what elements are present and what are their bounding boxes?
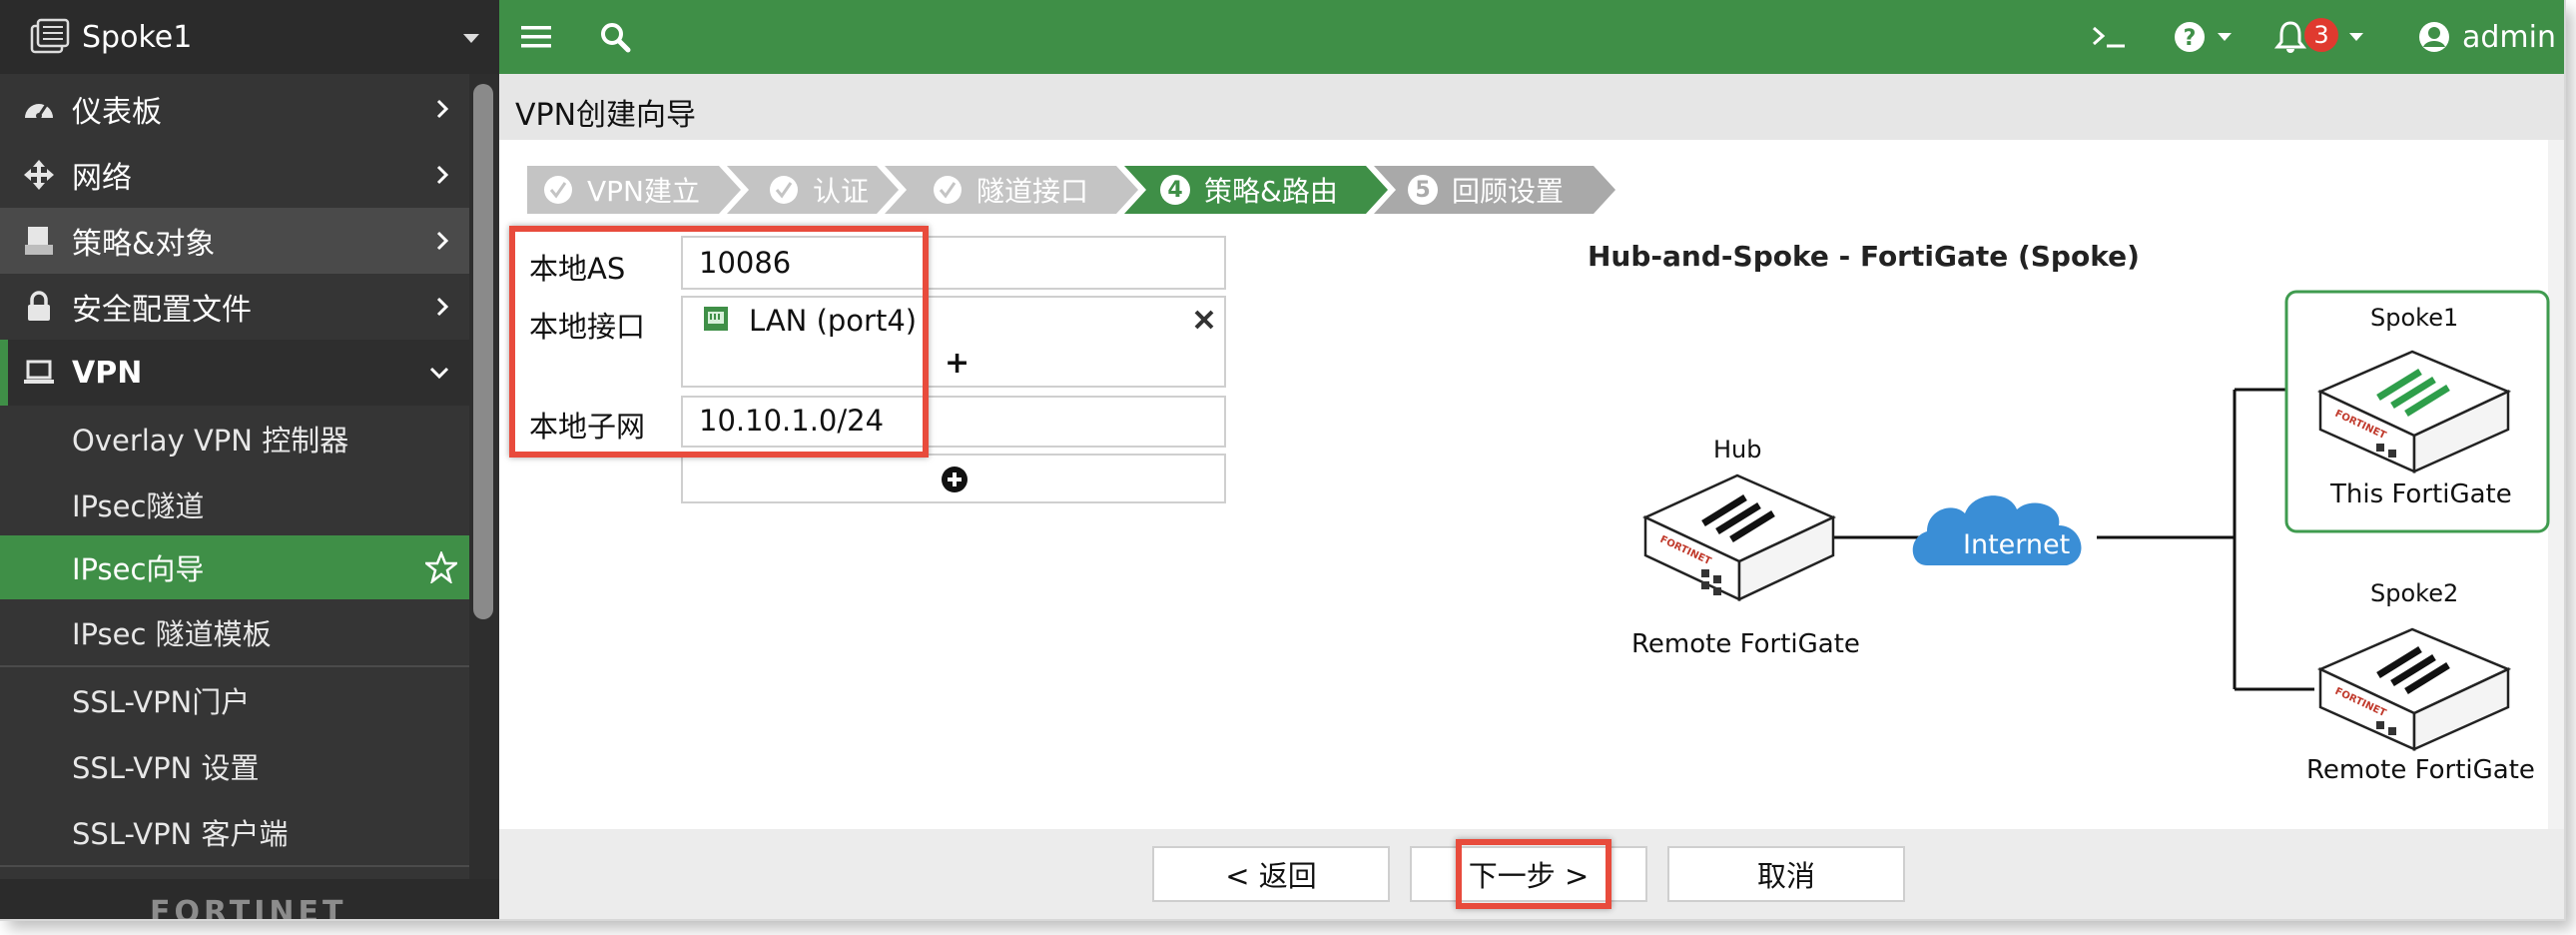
step-number: 4: [1160, 175, 1190, 205]
device-name: Spoke1: [82, 19, 193, 55]
sidebar-item-label: SSL-VPN 客户端: [72, 817, 289, 851]
sidebar-item-label: 仪表板: [72, 95, 162, 130]
step-vpn-setup: VPN建立: [543, 166, 700, 214]
sidebar-subitem-ipsec-wizard[interactable]: IPsec向导: [0, 535, 469, 599]
add-subnet-icon[interactable]: [941, 466, 968, 493]
user-avatar-icon: [2419, 22, 2449, 52]
menu-toggle-button[interactable]: [521, 0, 551, 74]
cancel-button[interactable]: 取消: [1667, 846, 1905, 902]
help-menu[interactable]: ?: [2173, 0, 2233, 74]
sidebar: Spoke1 仪表板 网络 策略&对象 安全配置文件 VPN Overlay V…: [0, 0, 499, 919]
sidebar-subitem-ipsec-tunnels[interactable]: IPsec隧道: [0, 471, 469, 537]
dashboard-icon: [22, 92, 56, 126]
terminal-icon: [2093, 26, 2125, 48]
chevron-right-icon: [436, 99, 449, 119]
network-move-icon: [22, 158, 56, 192]
step-policy-routing: 4 策略&路由: [1160, 166, 1338, 214]
notifications-menu[interactable]: 3: [2274, 0, 2364, 74]
sidebar-subitem-ssl-vpn-clients[interactable]: SSL-VPN 客户端: [0, 799, 469, 865]
sidebar-item-security-profiles[interactable]: 安全配置文件: [0, 274, 469, 340]
spoke1-caption: This FortiGate: [2330, 479, 2512, 509]
spoke2-label: Spoke2: [2370, 579, 2459, 607]
sidebar-item-label: SSL-VPN 设置: [72, 751, 260, 785]
device-selector[interactable]: Spoke1: [0, 0, 499, 74]
sidebar-subitem-ssl-vpn-portals[interactable]: SSL-VPN门户: [0, 667, 469, 733]
sidebar-item-label: Overlay VPN 控制器: [72, 424, 349, 458]
chevron-right-icon: [436, 297, 449, 317]
hub-spoke-diagram: FORTINET FORTINET FORTINET: [1642, 290, 2550, 751]
check-circle-icon: [544, 176, 572, 204]
sidebar-item-dashboard[interactable]: 仪表板: [0, 76, 469, 142]
chevron-down-icon: [429, 367, 449, 380]
spoke2-device-icon: FORTINET: [2316, 627, 2512, 751]
lock-icon: [22, 290, 56, 324]
wizard-title-bar: VPN创建向导: [499, 74, 2564, 140]
step-label: 隧道接口: [976, 175, 1089, 208]
highlight-box-form: [509, 226, 929, 458]
sidebar-item-network[interactable]: 网络: [0, 142, 469, 208]
chevron-right-icon: [436, 165, 449, 185]
sidebar-subitem-overlay-vpn[interactable]: Overlay VPN 控制器: [0, 406, 469, 471]
step-label: 认证: [813, 175, 870, 208]
hub-caption: Remote FortiGate: [1631, 629, 1860, 659]
step-label: 回顾设置: [1452, 175, 1565, 208]
check-circle-icon: [934, 176, 962, 204]
remove-interface-icon[interactable]: [1192, 308, 1216, 332]
hamburger-icon: [521, 26, 551, 48]
sidebar-item-label: VPN: [72, 355, 143, 391]
sidebar-item-label: IPsec隧道: [72, 489, 205, 523]
sidebar-item-vpn[interactable]: VPN: [0, 340, 469, 406]
chevron-right-icon: [436, 231, 449, 251]
add-interface-button[interactable]: +: [945, 346, 969, 381]
step-label: 策略&路由: [1204, 175, 1338, 208]
spoke2-caption: Remote FortiGate: [2306, 755, 2535, 785]
sidebar-item-label: SSL-VPN门户: [72, 685, 251, 719]
sidebar-scrollbar-thumb[interactable]: [473, 84, 493, 619]
internet-label: Internet: [1963, 529, 2071, 560]
step-number: 5: [1408, 175, 1438, 205]
check-circle-icon: [770, 176, 798, 204]
sidebar-item-label: IPsec向导: [72, 552, 205, 586]
chevron-down-icon: [2218, 33, 2232, 41]
diagram-title: Hub-and-Spoke - FortiGate (Spoke): [1588, 240, 2140, 273]
search-button[interactable]: [599, 0, 631, 74]
back-button[interactable]: < 返回: [1152, 846, 1390, 902]
svg-text:?: ?: [2184, 26, 2197, 51]
active-indicator: [0, 340, 8, 406]
chevron-down-icon: [2349, 33, 2363, 41]
user-menu[interactable]: admin: [2418, 0, 2564, 74]
sidebar-subitem-ssl-vpn-settings[interactable]: SSL-VPN 设置: [0, 733, 469, 799]
policy-icon: [22, 224, 56, 258]
step-tunnel-interface: 隧道接口: [933, 166, 1088, 214]
top-bar: ? 3 admin: [499, 0, 2564, 74]
fortinet-logo: FORTINET: [150, 895, 347, 919]
device-icon: [30, 18, 70, 54]
sidebar-item-label: 策略&对象: [72, 227, 216, 262]
sidebar-item-policy-objects[interactable]: 策略&对象: [0, 208, 469, 274]
help-icon: ?: [2175, 22, 2205, 52]
step-review: 5 回顾设置: [1408, 166, 1564, 214]
sidebar-item-label: IPsec 隧道模板: [72, 617, 272, 651]
sidebar-item-label: 安全配置文件: [72, 293, 252, 328]
notification-count-badge: 3: [2304, 18, 2338, 52]
highlight-box-next: [1456, 839, 1611, 909]
chevron-down-icon: [463, 34, 479, 43]
star-icon[interactable]: [425, 551, 457, 583]
user-name: admin: [2462, 19, 2556, 55]
hub-device-icon: FORTINET: [1642, 473, 1837, 601]
laptop-icon: [22, 356, 56, 390]
step-authentication: 认证: [769, 166, 869, 214]
sidebar-subitem-ipsec-templates[interactable]: IPsec 隧道模板: [0, 599, 469, 665]
bell-icon: [2274, 21, 2306, 53]
page-title: VPN创建向导: [515, 98, 697, 133]
hub-label: Hub: [1713, 436, 1762, 464]
sidebar-item-label: 网络: [72, 161, 132, 196]
step-label: VPN建立: [587, 175, 700, 208]
divider: [0, 865, 469, 867]
spoke1-label: Spoke1: [2370, 304, 2459, 332]
app-window: Spoke1 仪表板 网络 策略&对象 安全配置文件 VPN Overlay V…: [0, 0, 2564, 919]
cli-console-button[interactable]: [2091, 0, 2127, 74]
search-icon: [601, 23, 631, 53]
